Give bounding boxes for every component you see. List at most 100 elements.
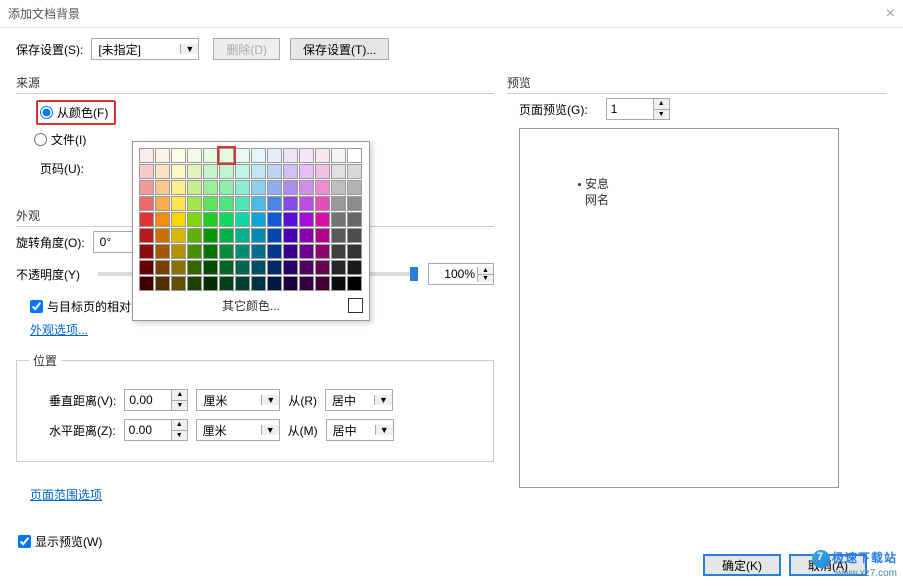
vdist-input[interactable]: ▲▼ (124, 389, 188, 411)
color-swatch[interactable] (251, 196, 266, 211)
color-swatch[interactable] (171, 276, 186, 291)
color-swatch[interactable] (187, 164, 202, 179)
color-swatch[interactable] (203, 180, 218, 195)
color-swatch[interactable] (347, 276, 362, 291)
color-swatch[interactable] (315, 212, 330, 227)
color-swatch[interactable] (139, 148, 154, 163)
spin-down-icon[interactable]: ▼ (478, 275, 493, 282)
color-swatch[interactable] (267, 164, 282, 179)
color-swatch[interactable] (331, 260, 346, 275)
color-swatch[interactable] (299, 164, 314, 179)
color-swatch[interactable] (251, 260, 266, 275)
color-swatch[interactable] (283, 212, 298, 227)
color-swatch[interactable] (187, 212, 202, 227)
color-swatch[interactable] (283, 260, 298, 275)
color-swatch[interactable] (315, 276, 330, 291)
color-swatch[interactable] (299, 276, 314, 291)
vdist-from-select[interactable]: 居中▼ (325, 389, 393, 411)
color-swatch[interactable] (251, 148, 266, 163)
color-swatch[interactable] (283, 276, 298, 291)
color-swatch[interactable] (283, 180, 298, 195)
color-swatch[interactable] (139, 244, 154, 259)
color-swatch[interactable] (187, 260, 202, 275)
vdist-value[interactable] (125, 390, 171, 410)
color-swatch[interactable] (187, 148, 202, 163)
color-swatch[interactable] (331, 196, 346, 211)
color-swatch[interactable] (187, 196, 202, 211)
color-swatch[interactable] (155, 148, 170, 163)
color-swatch[interactable] (203, 212, 218, 227)
color-swatch[interactable] (299, 212, 314, 227)
color-swatch[interactable] (283, 164, 298, 179)
color-swatch[interactable] (203, 164, 218, 179)
color-swatch[interactable] (187, 228, 202, 243)
color-swatch[interactable] (267, 180, 282, 195)
color-swatch[interactable] (267, 228, 282, 243)
color-swatch[interactable] (299, 148, 314, 163)
color-swatch[interactable] (235, 148, 250, 163)
color-swatch[interactable] (347, 196, 362, 211)
color-swatch[interactable] (315, 180, 330, 195)
color-swatch[interactable] (187, 276, 202, 291)
color-swatch[interactable] (315, 260, 330, 275)
slider-thumb-icon[interactable] (410, 267, 418, 281)
ok-button[interactable]: 确定(K) (703, 554, 781, 576)
color-swatch[interactable] (235, 244, 250, 259)
color-swatch[interactable] (219, 260, 234, 275)
color-swatch[interactable] (299, 180, 314, 195)
relative-scale-checkbox[interactable] (30, 300, 43, 313)
color-swatch[interactable] (219, 196, 234, 211)
color-swatch[interactable] (139, 276, 154, 291)
color-swatch[interactable] (139, 180, 154, 195)
spin-up-icon[interactable]: ▲ (654, 99, 669, 110)
color-swatch[interactable] (139, 260, 154, 275)
color-swatch[interactable] (283, 228, 298, 243)
color-swatch[interactable] (235, 228, 250, 243)
hdist-from-select[interactable]: 居中▼ (326, 419, 394, 441)
color-swatch[interactable] (219, 148, 234, 163)
hdist-unit-select[interactable]: 厘米▼ (196, 419, 280, 441)
color-swatch[interactable] (235, 260, 250, 275)
no-color-swatch[interactable] (348, 298, 363, 313)
hdist-input[interactable]: ▲▼ (124, 419, 188, 441)
color-swatch[interactable] (251, 212, 266, 227)
color-swatch[interactable] (219, 180, 234, 195)
color-swatch[interactable] (347, 228, 362, 243)
color-swatch[interactable] (219, 244, 234, 259)
color-swatch[interactable] (155, 212, 170, 227)
color-swatch[interactable] (267, 276, 282, 291)
color-swatch[interactable] (299, 228, 314, 243)
color-swatch[interactable] (171, 244, 186, 259)
color-swatch[interactable] (331, 180, 346, 195)
color-swatch[interactable] (155, 260, 170, 275)
color-swatch[interactable] (139, 228, 154, 243)
color-swatch[interactable] (267, 260, 282, 275)
color-swatch[interactable] (219, 212, 234, 227)
color-swatch[interactable] (171, 228, 186, 243)
color-swatch[interactable] (171, 260, 186, 275)
color-swatch[interactable] (267, 196, 282, 211)
opacity-input[interactable]: ▲▼ (428, 263, 494, 285)
color-swatch[interactable] (235, 212, 250, 227)
color-swatch[interactable] (235, 276, 250, 291)
color-swatch[interactable] (203, 148, 218, 163)
close-icon[interactable]: × (886, 5, 895, 23)
color-swatch[interactable] (139, 196, 154, 211)
color-swatch[interactable] (155, 244, 170, 259)
spin-up-icon[interactable]: ▲ (172, 390, 187, 401)
color-swatch[interactable] (315, 228, 330, 243)
color-swatch[interactable] (267, 212, 282, 227)
spin-down-icon[interactable]: ▼ (654, 110, 669, 120)
color-swatch[interactable] (283, 196, 298, 211)
color-swatch[interactable] (235, 164, 250, 179)
page-preview-value[interactable] (607, 99, 653, 119)
color-swatch[interactable] (315, 164, 330, 179)
color-swatch[interactable] (283, 244, 298, 259)
color-swatch[interactable] (203, 228, 218, 243)
color-swatch[interactable] (219, 276, 234, 291)
save-settings-button[interactable]: 保存设置(T)... (290, 38, 389, 60)
page-preview-input[interactable]: ▲▼ (606, 98, 670, 120)
color-swatch[interactable] (315, 196, 330, 211)
color-swatch[interactable] (171, 164, 186, 179)
color-swatch[interactable] (203, 244, 218, 259)
